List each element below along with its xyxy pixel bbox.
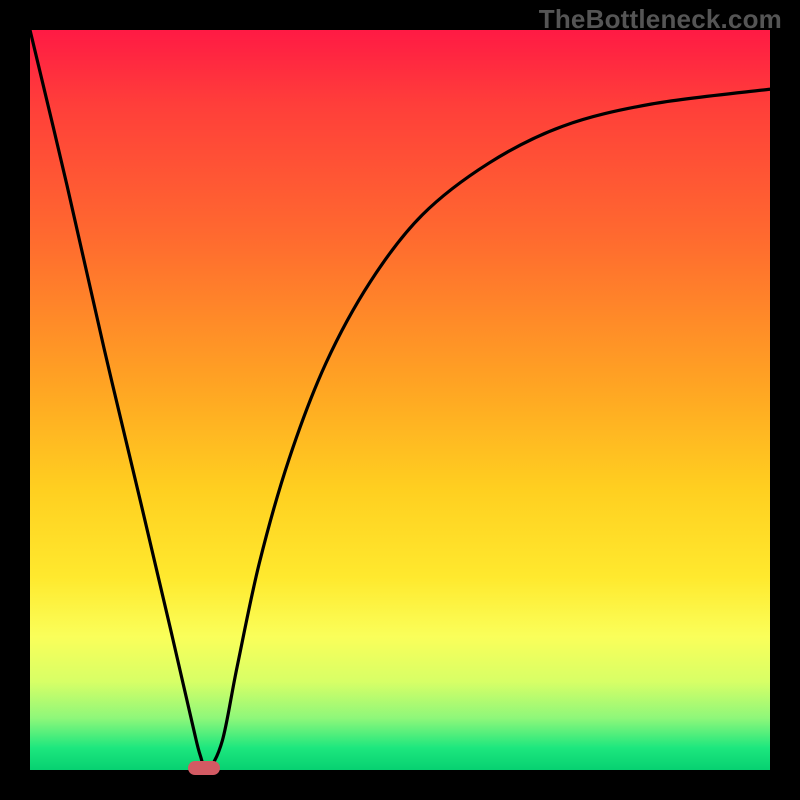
bottleneck-curve <box>30 30 770 770</box>
plot-outer <box>30 30 770 770</box>
curve-layer <box>30 30 770 770</box>
chart-frame: TheBottleneck.com <box>0 0 800 800</box>
minimum-marker <box>188 761 220 775</box>
watermark-text: TheBottleneck.com <box>539 4 782 35</box>
